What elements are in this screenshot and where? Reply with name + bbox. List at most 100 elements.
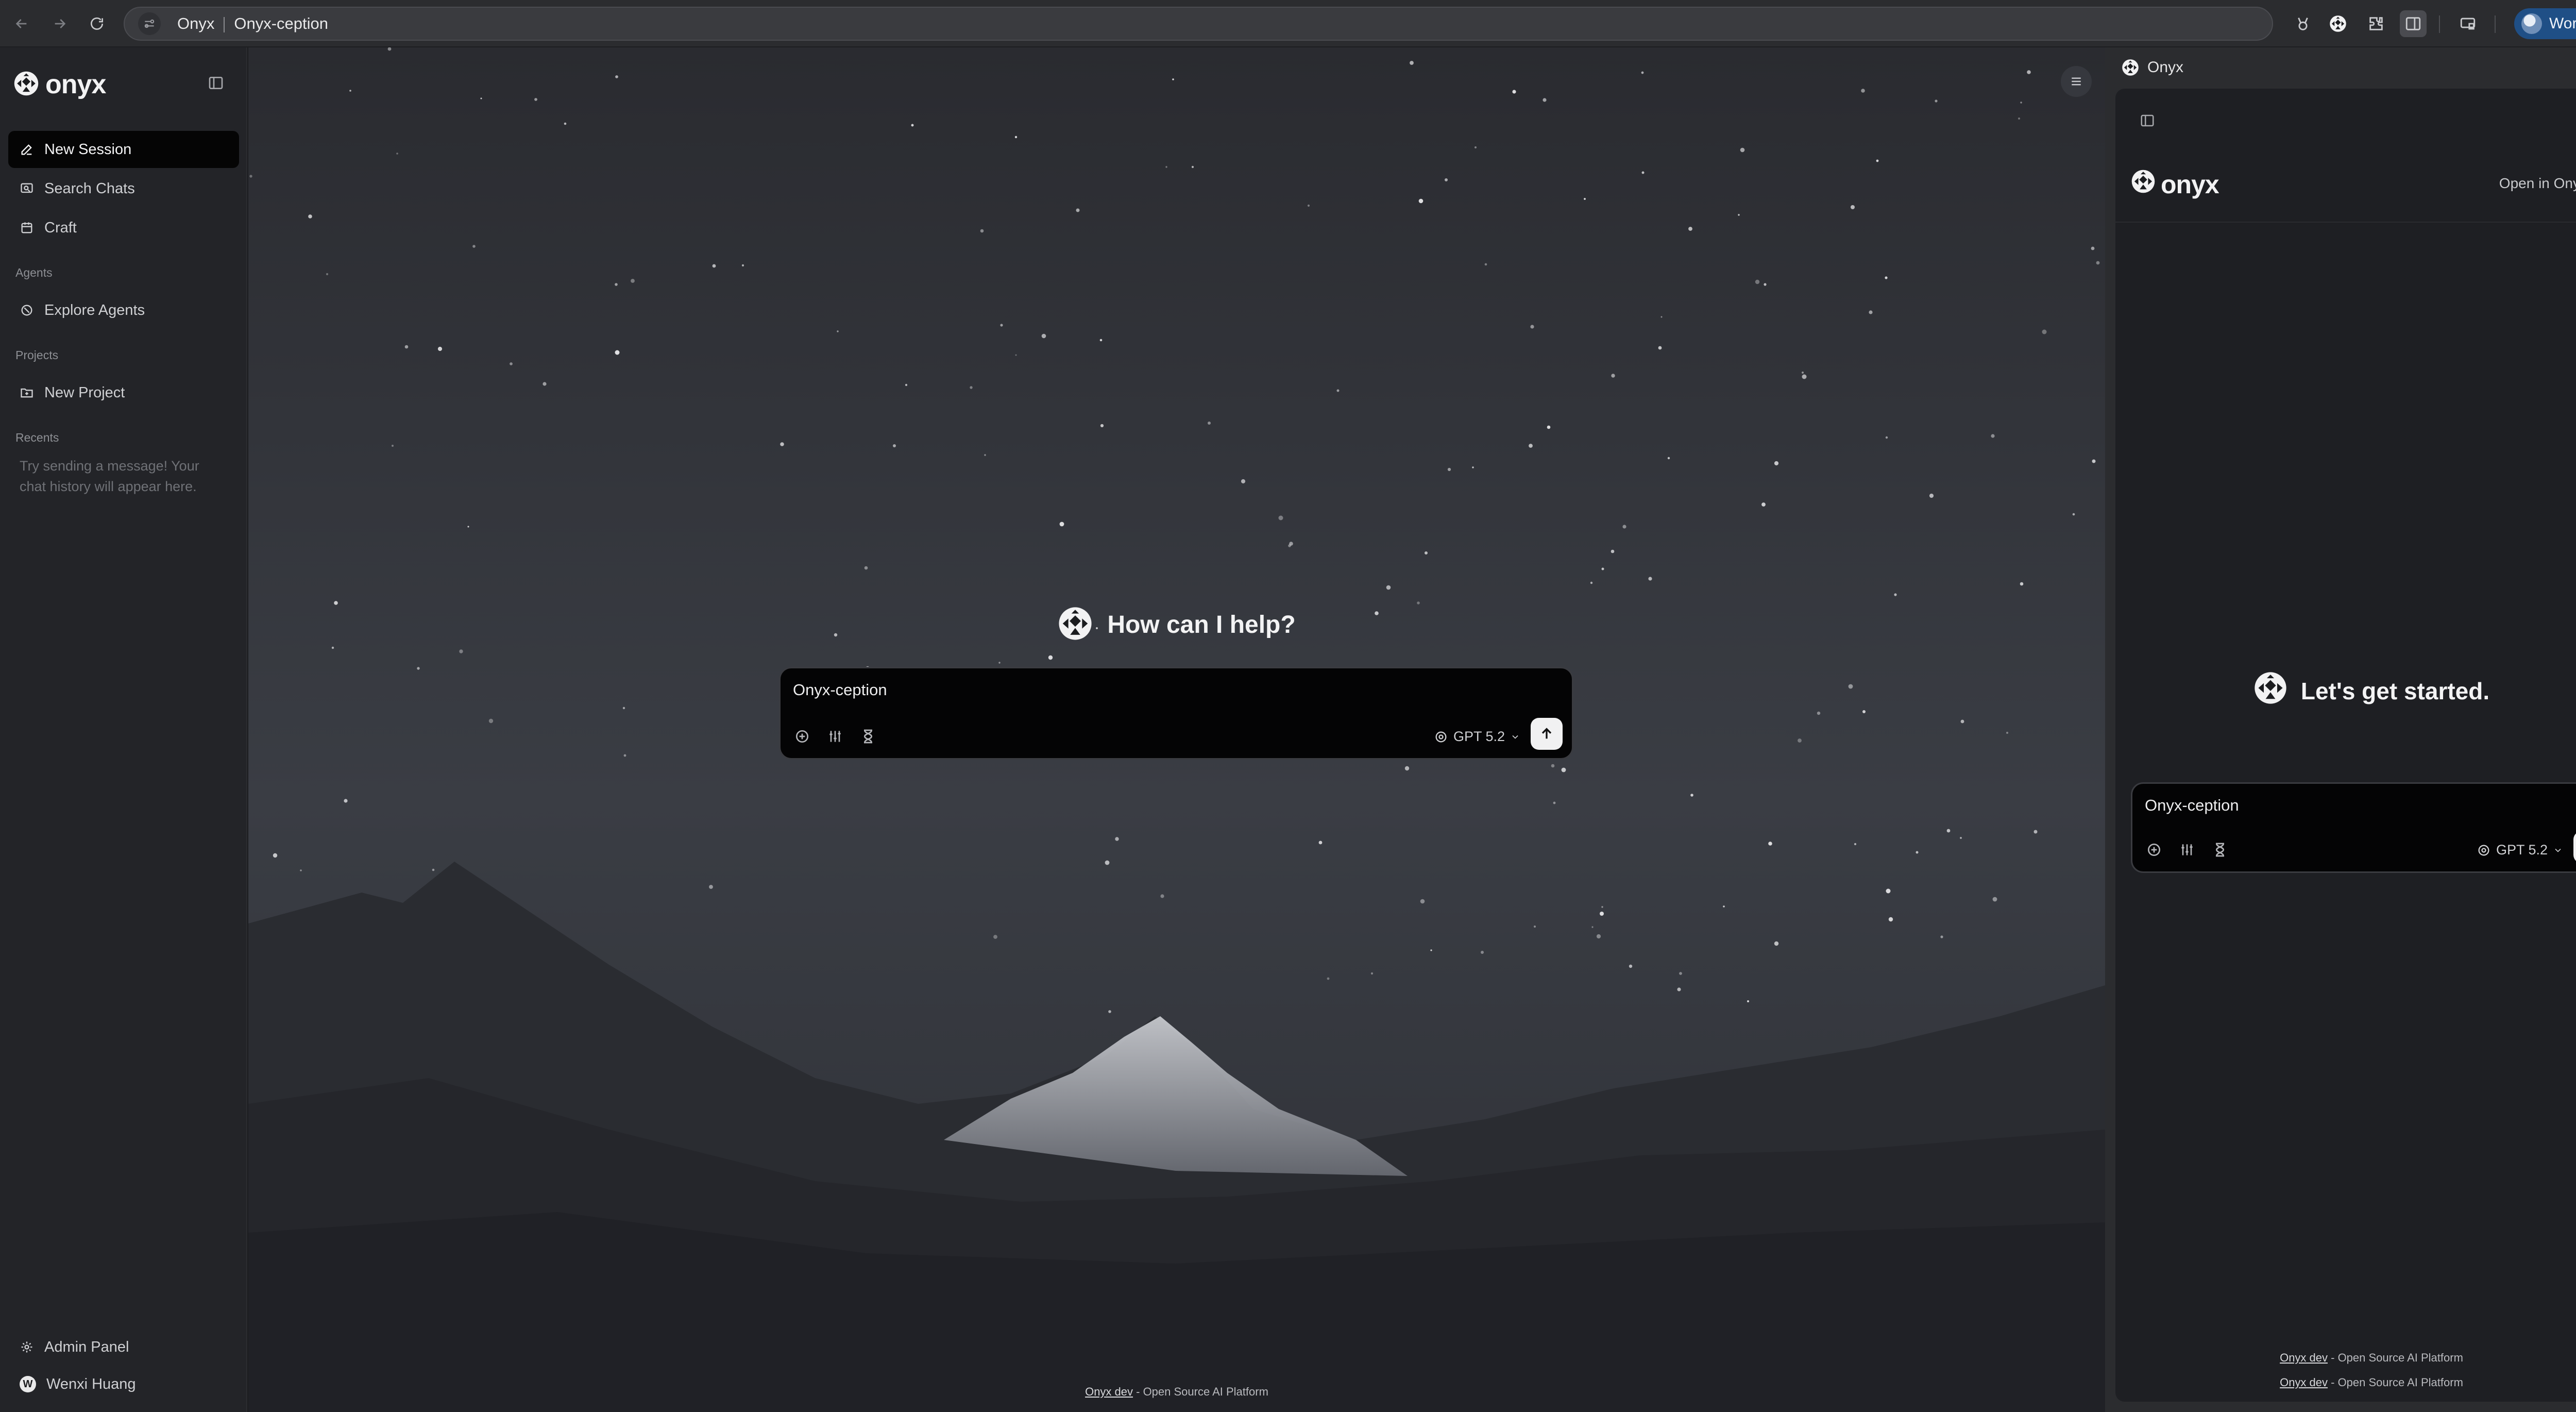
footer-text: - Open Source AI Platform xyxy=(2328,1351,2463,1364)
onyx-logo-icon xyxy=(1058,606,1093,644)
brand-name: onyx xyxy=(2161,170,2219,199)
side-panel-icon[interactable] xyxy=(2400,10,2427,37)
panel-send-button[interactable] xyxy=(2573,831,2576,863)
search-chats-icon xyxy=(21,183,33,193)
side-panel-content: onyx Open in Onyx Let's get started. Ony… xyxy=(2115,89,2576,1402)
footer-link[interactable]: Onyx dev xyxy=(2280,1376,2328,1389)
sidebar-item-label: Search Chats xyxy=(44,180,135,197)
onyx-logo-icon xyxy=(2131,169,2156,200)
sidebar-item-new-session[interactable]: New Session xyxy=(8,131,239,168)
panel-brand: onyx xyxy=(2131,169,2219,200)
profile-avatar xyxy=(2521,13,2542,34)
panel-chat-composer[interactable]: Onyx-ception GPT 5.2 xyxy=(2131,782,2576,873)
sidebar: onyx New Session Search Chats Craft Agen… xyxy=(0,47,247,1412)
panel-footer-primary: Onyx dev - Open Source AI Platform xyxy=(2115,1351,2576,1365)
site-info-icon[interactable] xyxy=(138,12,161,35)
sidebar-item-new-project[interactable]: New Project xyxy=(8,374,239,411)
onyx-extension-icon[interactable] xyxy=(2325,10,2351,37)
explore-icon xyxy=(21,305,32,316)
sidebar-item-admin-panel[interactable]: Admin Panel xyxy=(8,1329,239,1366)
sidebar-collapse-icon[interactable] xyxy=(205,72,227,94)
brand-name: onyx xyxy=(45,70,106,99)
hourglass-icon[interactable] xyxy=(858,726,878,747)
model-provider-icon xyxy=(1435,731,1447,742)
panel-model-selector[interactable]: GPT 5.2 xyxy=(2477,842,2563,858)
toolbar-divider xyxy=(2495,15,2496,33)
address-page-title: Onyx-ception xyxy=(234,14,328,32)
onyx-logo-icon xyxy=(2253,671,2287,711)
sidebar-item-label: New Project xyxy=(44,384,125,401)
open-in-onyx-link[interactable]: Open in Onyx xyxy=(2499,175,2576,192)
sidebar-item-explore-agents[interactable]: Explore Agents xyxy=(8,292,239,329)
panel-chat-input[interactable]: Onyx-ception xyxy=(2145,796,2239,815)
add-attachment-icon[interactable] xyxy=(792,726,812,747)
panel-title-text: Let's get started. xyxy=(2300,677,2490,704)
sidebar-item-label: New Session xyxy=(44,141,132,158)
arrow-up-icon xyxy=(1541,728,1552,739)
onyx-logo-icon xyxy=(13,71,39,99)
browser-toolbar: Onyx Onyx-ception Work xyxy=(0,0,2576,47)
back-icon[interactable] xyxy=(8,10,35,37)
profile-label: Work xyxy=(2549,15,2576,32)
toolbar-divider xyxy=(2439,15,2440,33)
main-chat-area: How can I help? Onyx-ception GPT 5.2 Ony… xyxy=(248,47,2105,1412)
craft-icon xyxy=(21,222,32,233)
chat-composer[interactable]: Onyx-ception GPT 5.2 xyxy=(779,667,1573,760)
cast-media-icon[interactable] xyxy=(2454,10,2481,37)
side-panel-title: Onyx xyxy=(2147,59,2184,76)
settings-sliders-icon[interactable] xyxy=(825,726,845,747)
chevron-down-icon xyxy=(2555,848,2561,852)
profile-button[interactable]: Work xyxy=(2514,8,2576,39)
model-provider-icon xyxy=(2478,845,2489,855)
edit-icon xyxy=(21,144,32,155)
side-panel: Onyx onyx Open in Onyx Let's get started… xyxy=(2115,47,2576,1412)
footer-link[interactable]: Onyx dev xyxy=(1085,1385,1133,1398)
side-panel-header: Onyx xyxy=(2115,47,2576,89)
panel-footer-secondary: Onyx dev - Open Source AI Platform xyxy=(2115,1376,2576,1389)
sidebar-item-label: Admin Panel xyxy=(44,1338,129,1355)
sidebar-item-label: Explore Agents xyxy=(44,301,145,318)
onyx-favicon-icon xyxy=(2122,59,2139,79)
address-site-name: Onyx xyxy=(177,14,215,32)
model-selector[interactable]: GPT 5.2 xyxy=(1434,729,1520,745)
footer-text: - Open Source AI Platform xyxy=(2328,1376,2463,1389)
sidebar-item-label: Craft xyxy=(44,219,77,236)
panel-divider xyxy=(2115,222,2576,223)
model-name: GPT 5.2 xyxy=(2496,842,2548,858)
forward-icon[interactable] xyxy=(46,10,73,37)
composer-tools xyxy=(792,726,878,747)
add-attachment-icon[interactable] xyxy=(2144,839,2164,860)
main-footer: Onyx dev - Open Source AI Platform xyxy=(248,1385,2105,1399)
hourglass-icon[interactable] xyxy=(2210,839,2230,860)
panel-composer-tools xyxy=(2144,839,2230,860)
sidebar-item-craft[interactable]: Craft xyxy=(8,209,239,246)
user-name: Wenxi Huang xyxy=(46,1375,136,1392)
footer-text: - Open Source AI Platform xyxy=(1133,1385,1268,1398)
model-name: GPT 5.2 xyxy=(1453,729,1505,744)
page-title: How can I help? xyxy=(1107,611,1296,638)
address-bar[interactable]: Onyx Onyx-ception xyxy=(124,7,2273,41)
settings-sliders-icon[interactable] xyxy=(2177,839,2197,860)
extensions-puzzle-icon[interactable] xyxy=(2363,10,2389,37)
panel-gutter[interactable] xyxy=(2105,47,2115,1412)
avatar: W xyxy=(20,1376,36,1392)
section-title-projects: Projects xyxy=(15,348,59,362)
sidebar-brand[interactable]: onyx xyxy=(13,69,106,100)
chat-input[interactable]: Onyx-ception xyxy=(793,681,887,699)
chat-menu-icon[interactable] xyxy=(2061,66,2092,97)
chevron-down-icon xyxy=(1512,735,1518,739)
address-separator xyxy=(224,16,225,32)
panel-sidebar-toggle-icon[interactable] xyxy=(2136,109,2159,132)
user-profile-button[interactable]: W Wenxi Huang xyxy=(8,1366,239,1403)
extension-ring-icon[interactable] xyxy=(2290,10,2316,37)
panel-welcome-header: Let's get started. xyxy=(2115,671,2576,711)
section-title-recents: Recents xyxy=(15,431,59,444)
open-in-onyx-label: Open in Onyx xyxy=(2499,175,2576,191)
send-button[interactable] xyxy=(1531,718,1563,750)
gear-icon xyxy=(21,1341,32,1353)
reload-icon[interactable] xyxy=(83,10,110,37)
footer-link[interactable]: Onyx dev xyxy=(2280,1351,2328,1364)
sidebar-item-search-chats[interactable]: Search Chats xyxy=(8,170,239,207)
address-text: Onyx Onyx-ception xyxy=(177,14,328,33)
welcome-header: How can I help? xyxy=(248,606,2105,644)
